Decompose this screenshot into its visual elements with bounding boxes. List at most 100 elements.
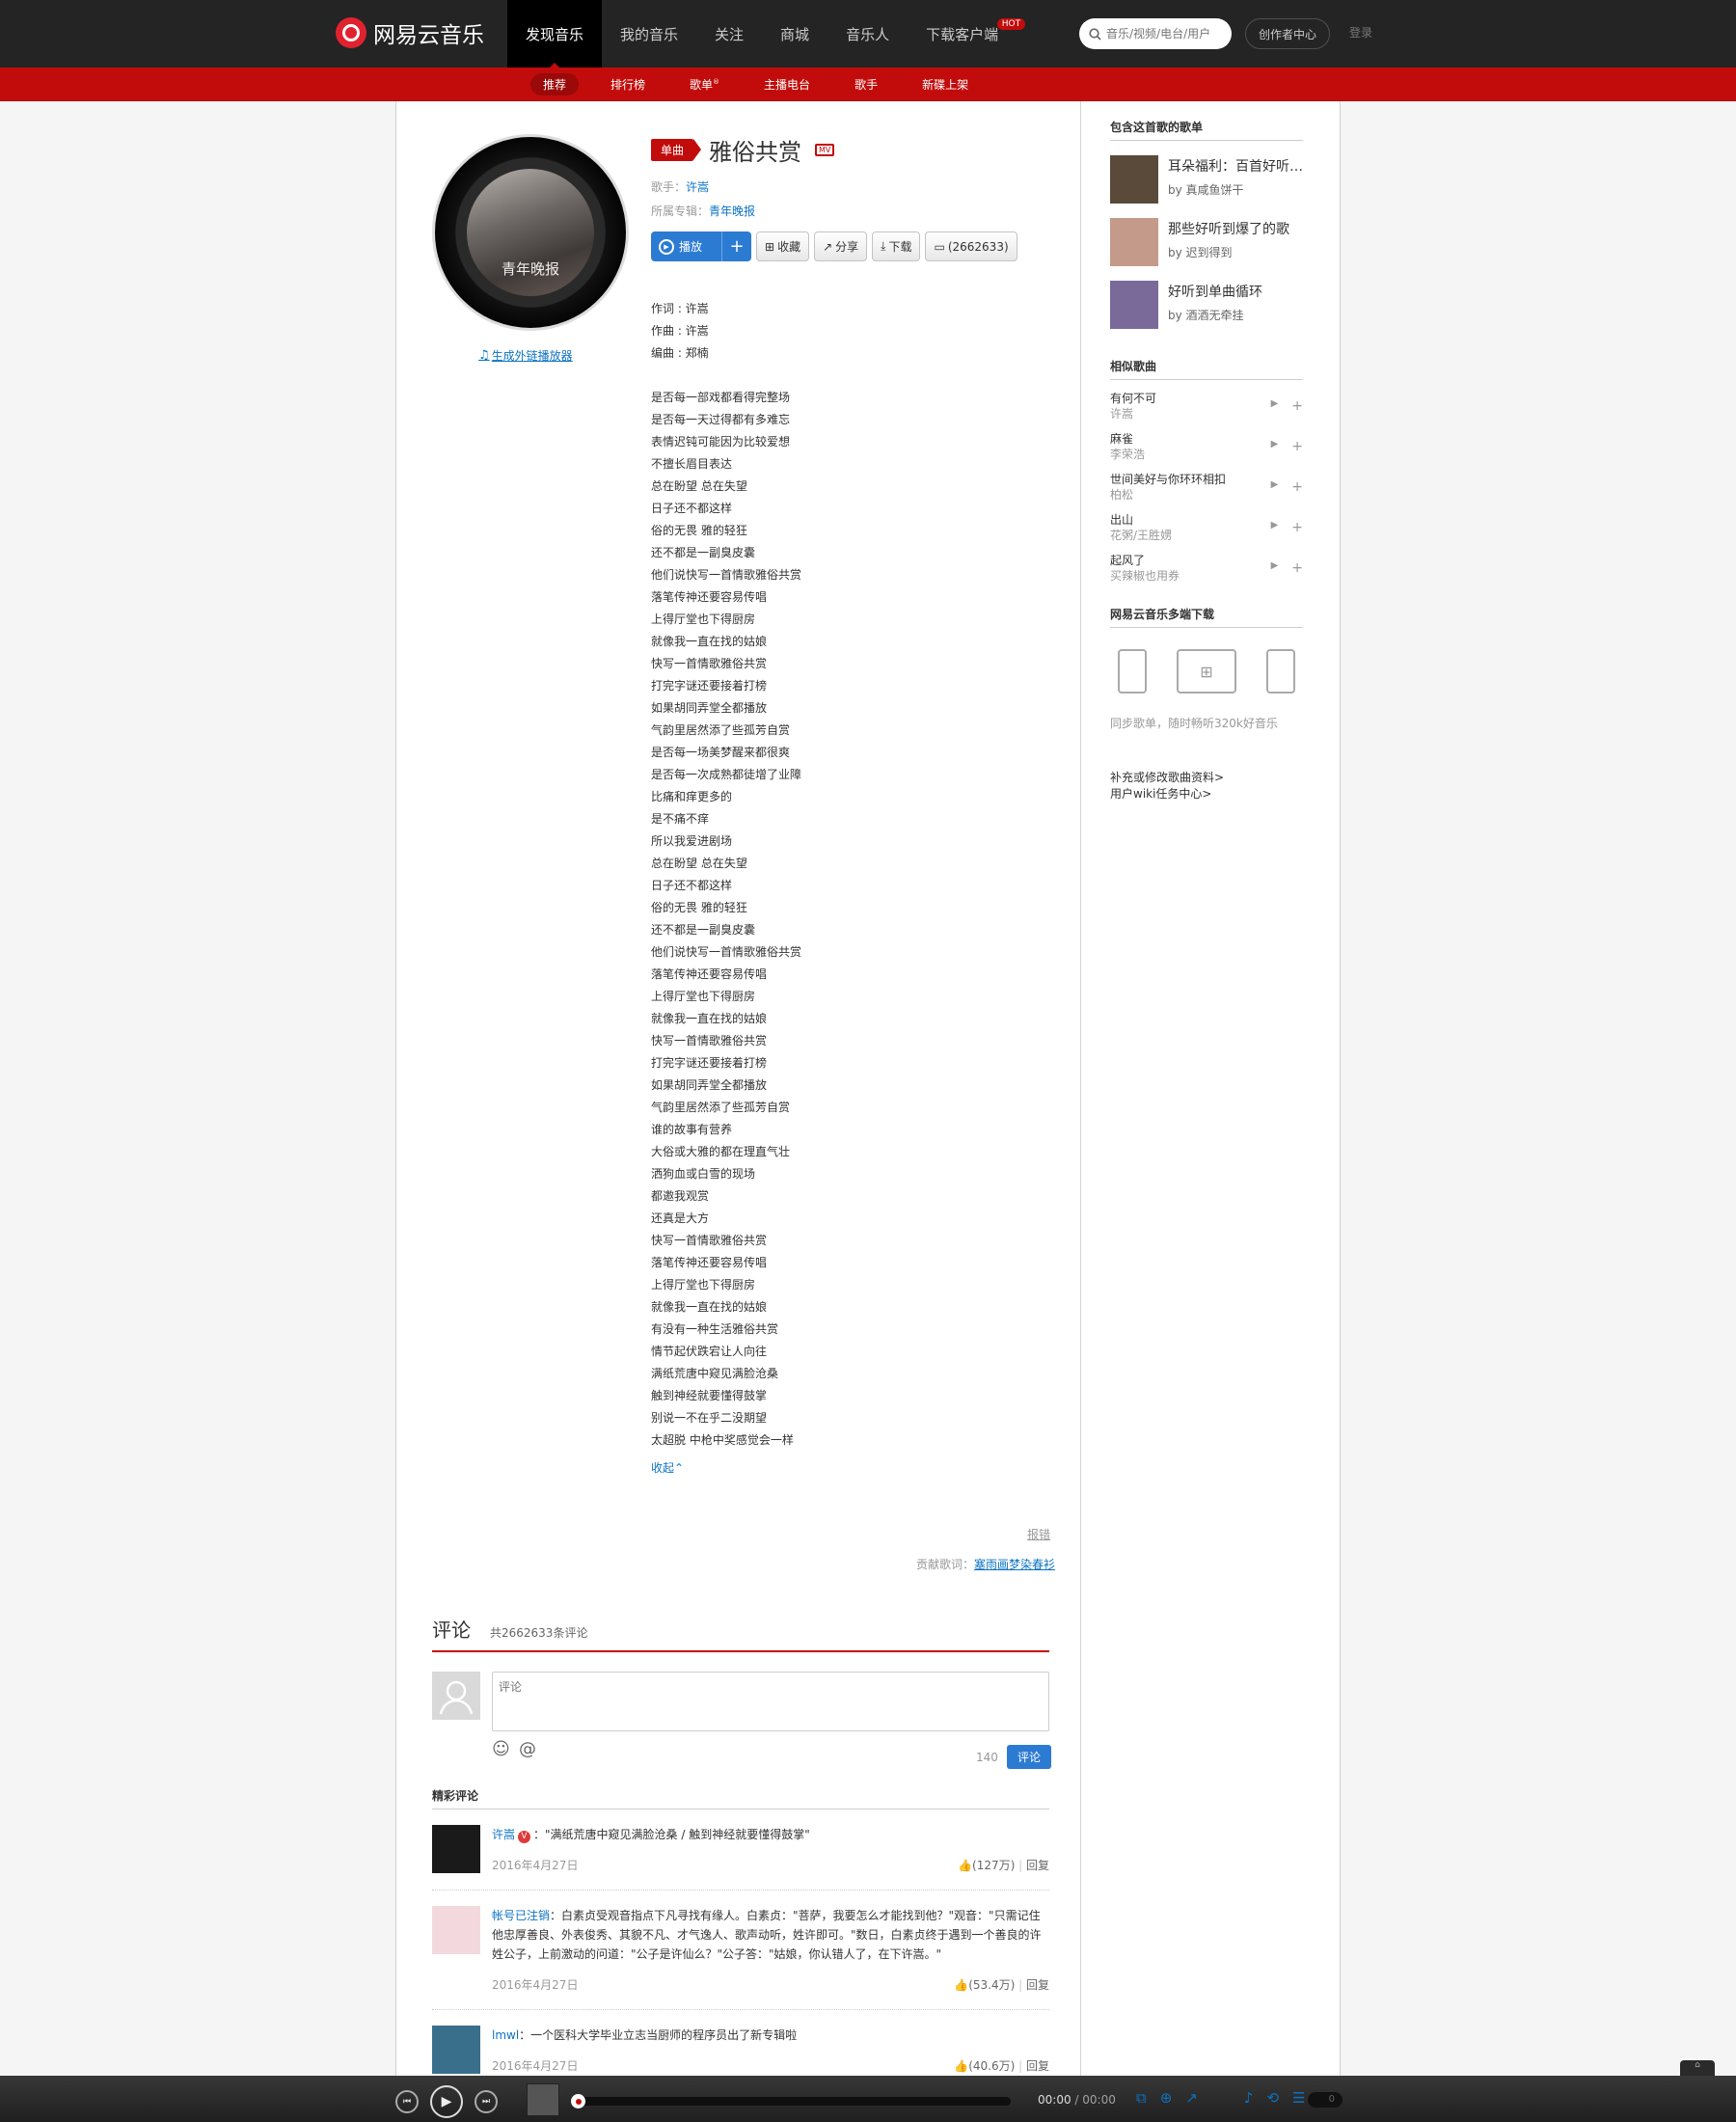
- add-icon[interactable]: +: [1291, 560, 1303, 576]
- play-button[interactable]: ▶ 播放: [651, 231, 721, 261]
- play-icon[interactable]: ▶: [1271, 398, 1279, 414]
- like-button[interactable]: 👍(127万): [958, 1859, 1015, 1872]
- report-error-link[interactable]: 报错: [1027, 1526, 1050, 1542]
- creator-center-button[interactable]: 创作者中心: [1245, 18, 1330, 49]
- playlist-item[interactable]: 好听到单曲循环 by 酒酒无牵挂: [1110, 281, 1303, 329]
- search-input[interactable]: [1106, 27, 1222, 41]
- share-icon[interactable]: ↗: [1185, 2089, 1198, 2107]
- artist-link[interactable]: 许嵩: [686, 180, 709, 194]
- commenter-name[interactable]: 许嵩: [492, 1828, 515, 1841]
- external-player-link[interactable]: ♫ 生成外链播放器: [478, 347, 573, 364]
- reply-button[interactable]: 回复: [1026, 1978, 1049, 1992]
- collect-icon[interactable]: ⊕: [1160, 2089, 1173, 2107]
- collapse-lyrics-link[interactable]: 收起⌃: [651, 1457, 1056, 1480]
- share-button[interactable]: ↗ 分享: [814, 231, 868, 261]
- commenter-avatar[interactable]: [432, 1906, 480, 1954]
- nav-musician[interactable]: 音乐人: [827, 0, 908, 68]
- windows-icon[interactable]: ⊞: [1177, 649, 1236, 694]
- similar-song-artist[interactable]: 柏松: [1110, 487, 1271, 503]
- mention-icon[interactable]: @: [519, 1739, 536, 1759]
- collect-button[interactable]: ⊞ 收藏: [756, 231, 810, 261]
- add-icon[interactable]: +: [1291, 479, 1303, 495]
- nav-download-client[interactable]: 下载客户端 HOT: [908, 0, 1027, 68]
- playlist-name[interactable]: 耳朵福利：百首好听…: [1168, 155, 1303, 178]
- emoji-icon[interactable]: ☺: [492, 1739, 510, 1759]
- commenter-name[interactable]: 帐号已注销: [492, 1909, 550, 1922]
- playlist-author[interactable]: 真咸鱼饼干: [1186, 183, 1244, 197]
- play-icon[interactable]: ▶: [1271, 520, 1279, 535]
- playlist-name[interactable]: 好听到单曲循环: [1168, 281, 1262, 304]
- similar-song-artist[interactable]: 花粥/王胜娚: [1110, 528, 1271, 543]
- commenter-avatar[interactable]: [432, 1825, 480, 1873]
- apple-icon[interactable]: [1118, 649, 1147, 694]
- play-pause-icon[interactable]: ▶: [430, 2085, 463, 2118]
- play-icon[interactable]: ▶: [1271, 560, 1279, 576]
- wiki-center-link[interactable]: 用户wiki任务中心>: [1110, 786, 1303, 803]
- loop-icon[interactable]: ⟲: [1266, 2089, 1279, 2107]
- contributor-link[interactable]: 塞雨画梦染春衫: [974, 1558, 1055, 1571]
- commenter-name[interactable]: lmwl: [492, 2028, 519, 2042]
- search-box[interactable]: [1079, 18, 1232, 49]
- playlist-cover[interactable]: [1110, 281, 1158, 329]
- playlist-name[interactable]: 那些好听到爆了的歌: [1168, 218, 1289, 241]
- similar-song-name[interactable]: 出山: [1110, 512, 1271, 528]
- android-icon[interactable]: [1266, 649, 1295, 694]
- subnav-toplist[interactable]: 排行榜: [598, 73, 658, 95]
- similar-song-name[interactable]: 麻雀: [1110, 431, 1271, 447]
- commenter-avatar[interactable]: [432, 2026, 480, 2074]
- nav-label: 发现音乐: [526, 25, 584, 43]
- add-icon[interactable]: +: [1291, 439, 1303, 454]
- add-icon[interactable]: +: [1291, 398, 1303, 414]
- playlist-author[interactable]: 迟到得到: [1186, 246, 1233, 259]
- subnav-recommend[interactable]: 推荐: [530, 72, 580, 95]
- similar-song-name[interactable]: 有何不可: [1110, 391, 1271, 406]
- nav-my-music[interactable]: 我的音乐: [602, 0, 696, 68]
- lyric-line: 还不都是一副臭皮囊: [651, 546, 756, 559]
- comment-input[interactable]: [492, 1672, 1049, 1731]
- next-icon[interactable]: ⏭: [475, 2090, 498, 2113]
- playlist-cover[interactable]: [1110, 155, 1158, 204]
- picture-in-picture-icon[interactable]: ⧉: [1136, 2089, 1147, 2107]
- progress-handle[interactable]: [571, 2094, 585, 2108]
- album-row: 所属专辑：青年晚报: [651, 200, 1056, 224]
- subnav-artist[interactable]: 歌手: [842, 73, 890, 95]
- subnav-new-album[interactable]: 新碟上架: [909, 73, 981, 95]
- mv-icon[interactable]: MV: [815, 143, 835, 156]
- subnav-playlist[interactable]: 歌单®: [677, 73, 732, 95]
- add-icon[interactable]: +: [1291, 520, 1303, 535]
- playlist-cover[interactable]: [1110, 218, 1158, 266]
- playlist-author[interactable]: 酒酒无牵挂: [1186, 309, 1244, 322]
- nav-discover[interactable]: 发现音乐: [507, 0, 603, 68]
- download-button[interactable]: ⤓ 下载: [872, 231, 921, 261]
- play-icon[interactable]: ▶: [1271, 439, 1279, 454]
- previous-icon[interactable]: ⏮: [395, 2090, 419, 2113]
- lyric-line: 他们说快写一首情歌雅俗共赏: [651, 945, 802, 959]
- like-button[interactable]: 👍(40.6万): [954, 2059, 1015, 2073]
- logo[interactable]: 网易云音乐: [336, 16, 484, 49]
- add-to-playlist-button[interactable]: +: [721, 231, 751, 261]
- similar-song-name[interactable]: 世间美好与你环环相扣: [1110, 472, 1271, 487]
- playlist-item[interactable]: 耳朵福利：百首好听… by 真咸鱼饼干: [1110, 155, 1303, 204]
- reply-button[interactable]: 回复: [1026, 1859, 1049, 1872]
- progress-bar[interactable]: [571, 2094, 1011, 2108]
- now-playing-thumbnail[interactable]: [527, 2083, 559, 2116]
- nav-follow[interactable]: 关注: [696, 0, 762, 68]
- playlist-icon[interactable]: ☰: [1292, 2089, 1305, 2107]
- player-lock-icon[interactable]: ⌂: [1680, 2060, 1715, 2076]
- similar-song-artist[interactable]: 许嵩: [1110, 406, 1271, 422]
- playlist-item[interactable]: 那些好听到爆了的歌 by 迟到得到: [1110, 218, 1303, 266]
- similar-song-name[interactable]: 起风了: [1110, 553, 1271, 568]
- subnav-radio[interactable]: 主播电台: [751, 73, 823, 95]
- comment-count-button[interactable]: ▭ (2662633): [925, 231, 1017, 261]
- play-icon[interactable]: ▶: [1271, 479, 1279, 495]
- album-link[interactable]: 青年晚报: [709, 204, 755, 218]
- edit-info-link[interactable]: 补充或修改歌曲资料>: [1110, 770, 1303, 786]
- reply-button[interactable]: 回复: [1026, 2059, 1049, 2073]
- like-button[interactable]: 👍(53.4万): [954, 1978, 1015, 1992]
- submit-comment-button[interactable]: 评论: [1007, 1745, 1051, 1769]
- login-link[interactable]: 登录: [1349, 24, 1372, 41]
- similar-song-artist[interactable]: 买辣椒也用券: [1110, 568, 1271, 584]
- nav-store[interactable]: 商城: [762, 0, 827, 68]
- volume-icon[interactable]: ♪: [1244, 2089, 1254, 2107]
- similar-song-artist[interactable]: 李荣浩: [1110, 447, 1271, 462]
